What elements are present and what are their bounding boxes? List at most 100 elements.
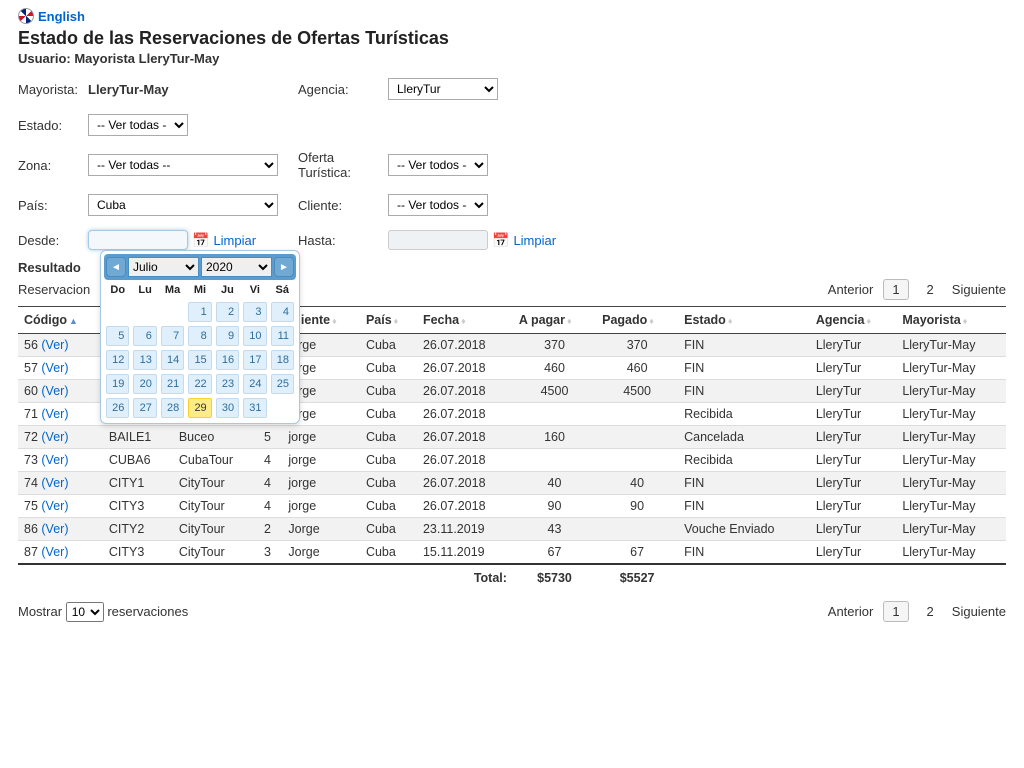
- datepicker-day[interactable]: 19: [106, 374, 129, 394]
- datepicker-day[interactable]: 27: [133, 398, 156, 418]
- reservaciones-label: reservaciones: [107, 604, 188, 619]
- ver-link[interactable]: (Ver): [41, 407, 68, 421]
- datepicker-day[interactable]: 20: [133, 374, 156, 394]
- col-fecha[interactable]: Fecha♦: [417, 307, 513, 334]
- datepicker-day[interactable]: 16: [216, 350, 239, 370]
- desde-input[interactable]: [88, 230, 188, 250]
- desde-clear-link[interactable]: Limpiar: [213, 233, 256, 248]
- language-label: English: [38, 9, 85, 24]
- pager-page-1[interactable]: 1: [883, 279, 908, 300]
- datepicker-day[interactable]: 17: [243, 350, 266, 370]
- page-size-control: Mostrar 10 reservaciones: [18, 602, 188, 622]
- pager-prev[interactable]: Anterior: [828, 604, 874, 619]
- ver-link[interactable]: (Ver): [41, 453, 68, 467]
- mayorista-value: LleryTur-May: [88, 82, 169, 97]
- oferta-select[interactable]: -- Ver todos --: [388, 154, 488, 176]
- datepicker-dow: Do: [104, 280, 131, 300]
- datepicker-day[interactable]: 11: [271, 326, 294, 346]
- language-link[interactable]: English: [18, 8, 1006, 24]
- datepicker-day[interactable]: 25: [271, 374, 294, 394]
- pager-next[interactable]: Siguiente: [952, 604, 1006, 619]
- pager-prev[interactable]: Anterior: [828, 282, 874, 297]
- pager-next[interactable]: Siguiente: [952, 282, 1006, 297]
- datepicker-month-select[interactable]: Julio: [128, 257, 199, 277]
- total-pagado: $5527: [596, 564, 678, 591]
- datepicker-day[interactable]: 14: [161, 350, 184, 370]
- sort-icon: ♦: [649, 316, 654, 326]
- sort-icon: ♦: [394, 316, 399, 326]
- mayorista-label: Mayorista:: [18, 82, 78, 97]
- col-apagar[interactable]: A pagar♦: [513, 307, 596, 334]
- datepicker-day[interactable]: 2: [216, 302, 239, 322]
- datepicker-day[interactable]: 7: [161, 326, 184, 346]
- datepicker-day[interactable]: 10: [243, 326, 266, 346]
- datepicker-day[interactable]: 22: [188, 374, 211, 394]
- pager-page-1[interactable]: 1: [883, 601, 908, 622]
- datepicker-day[interactable]: 15: [188, 350, 211, 370]
- datepicker-year-select[interactable]: 2020: [201, 257, 272, 277]
- page-size-select[interactable]: 10: [66, 602, 104, 622]
- ver-link[interactable]: (Ver): [41, 384, 68, 398]
- ver-link[interactable]: (Ver): [41, 545, 68, 559]
- datepicker-day[interactable]: 21: [161, 374, 184, 394]
- datepicker-day[interactable]: 24: [243, 374, 266, 394]
- datepicker-day[interactable]: 6: [133, 326, 156, 346]
- ver-link[interactable]: (Ver): [41, 476, 68, 490]
- col-codigo[interactable]: Código▲: [18, 307, 103, 334]
- desde-label: Desde:: [18, 233, 78, 248]
- datepicker-day[interactable]: 31: [243, 398, 266, 418]
- col-mayorista[interactable]: Mayorista♦: [896, 307, 1006, 334]
- datepicker-dow: Mi: [186, 280, 213, 300]
- table-row: 74 (Ver)CITY1CityTour4jorgeCuba26.07.201…: [18, 472, 1006, 495]
- datepicker-popup: ◄ Julio 2020 ► DoLuMaMiJuViSá 1234567891…: [100, 250, 300, 424]
- hasta-input[interactable]: [388, 230, 488, 250]
- datepicker-day[interactable]: 29: [188, 398, 211, 418]
- ver-link[interactable]: (Ver): [41, 361, 68, 375]
- col-agencia[interactable]: Agencia♦: [810, 307, 897, 334]
- col-pais[interactable]: País♦: [360, 307, 417, 334]
- results-count-label: Reservacion: [18, 282, 90, 297]
- sort-asc-icon: ▲: [69, 316, 78, 326]
- calendar-icon[interactable]: 📅: [492, 232, 509, 249]
- datepicker-day[interactable]: 23: [216, 374, 239, 394]
- hasta-label: Hasta:: [298, 233, 378, 248]
- sort-icon: ♦: [963, 316, 968, 326]
- pais-select[interactable]: Cuba: [88, 194, 278, 216]
- datepicker-next-button[interactable]: ►: [274, 257, 294, 277]
- agencia-select[interactable]: LleryTur: [388, 78, 498, 100]
- datepicker-day[interactable]: 9: [216, 326, 239, 346]
- ver-link[interactable]: (Ver): [41, 430, 68, 444]
- agencia-label: Agencia:: [298, 82, 378, 97]
- datepicker-dow: Vi: [241, 280, 268, 300]
- datepicker-day[interactable]: 5: [106, 326, 129, 346]
- datepicker-day[interactable]: 30: [216, 398, 239, 418]
- cliente-select[interactable]: -- Ver todos --: [388, 194, 488, 216]
- flag-icon: [18, 8, 34, 24]
- page-title: Estado de las Reservaciones de Ofertas T…: [18, 28, 1006, 49]
- estado-select[interactable]: -- Ver todas --: [88, 114, 188, 136]
- datepicker-day[interactable]: 18: [271, 350, 294, 370]
- pager-page-2[interactable]: 2: [919, 602, 942, 621]
- datepicker-day[interactable]: 13: [133, 350, 156, 370]
- pager-page-2[interactable]: 2: [919, 280, 942, 299]
- table-row: 73 (Ver)CUBA6CubaTour4jorgeCuba26.07.201…: [18, 449, 1006, 472]
- datepicker-prev-button[interactable]: ◄: [106, 257, 126, 277]
- ver-link[interactable]: (Ver): [41, 499, 68, 513]
- datepicker-dow: Sá: [269, 280, 296, 300]
- col-pagado[interactable]: Pagado♦: [596, 307, 678, 334]
- datepicker-day[interactable]: 26: [106, 398, 129, 418]
- datepicker-day[interactable]: 28: [161, 398, 184, 418]
- sort-icon: ♦: [728, 316, 733, 326]
- col-estado[interactable]: Estado♦: [678, 307, 810, 334]
- pager-bottom: Anterior 1 2 Siguiente: [828, 601, 1006, 622]
- datepicker-day[interactable]: 12: [106, 350, 129, 370]
- datepicker-day[interactable]: 3: [243, 302, 266, 322]
- ver-link[interactable]: (Ver): [41, 522, 68, 536]
- datepicker-day[interactable]: 8: [188, 326, 211, 346]
- hasta-clear-link[interactable]: Limpiar: [513, 233, 556, 248]
- datepicker-day[interactable]: 4: [271, 302, 294, 322]
- calendar-icon[interactable]: 📅: [192, 232, 209, 249]
- ver-link[interactable]: (Ver): [41, 338, 68, 352]
- zona-select[interactable]: -- Ver todas --: [88, 154, 278, 176]
- datepicker-day[interactable]: 1: [188, 302, 211, 322]
